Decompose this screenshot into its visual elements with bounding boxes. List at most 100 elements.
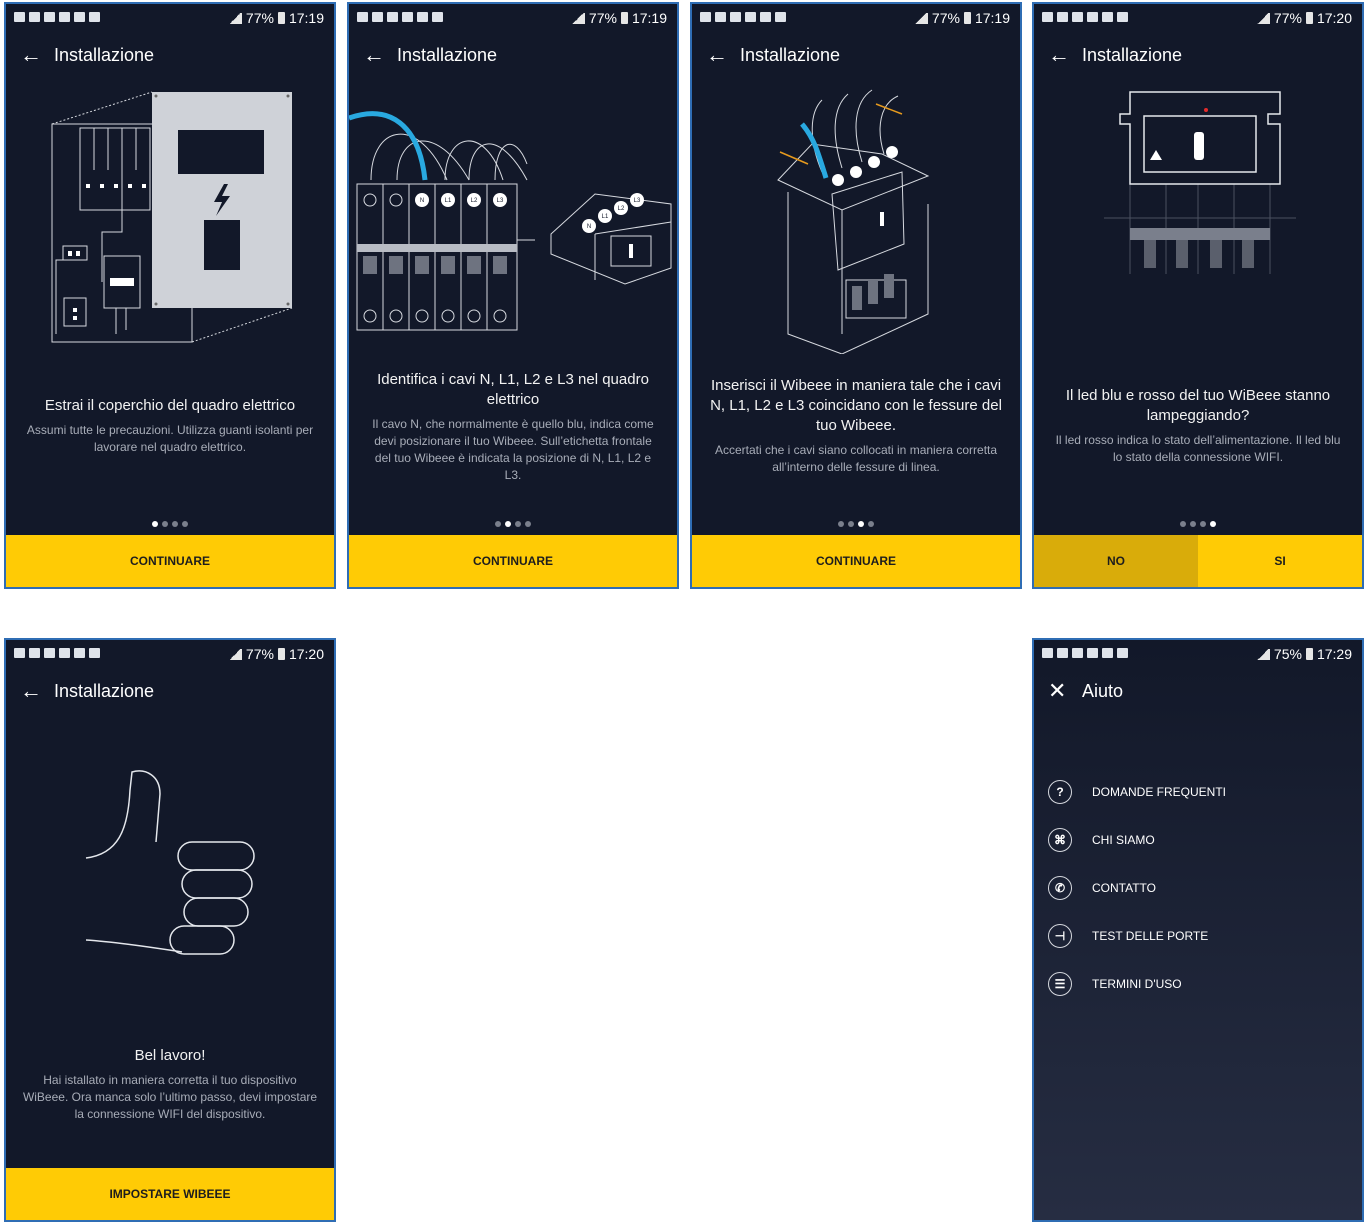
- close-icon[interactable]: ✕: [1048, 679, 1066, 703]
- thumbs-up-illustration: [85, 770, 255, 955]
- screen-step-4: 77% 17:20 ← Installazione Il led blu e ro…: [1032, 2, 1364, 589]
- notification-icons: [1042, 648, 1128, 658]
- app-bar: ← Installazione: [1034, 34, 1362, 78]
- success-description: Hai istallato in maniera corretta il tuo…: [22, 1073, 318, 1121]
- battery-percent: 77%: [931, 10, 960, 26]
- battery-icon: [1305, 12, 1313, 24]
- continue-button[interactable]: CONTINUARE: [6, 535, 334, 587]
- back-arrow-icon[interactable]: ←: [20, 43, 42, 67]
- help-menu: ? DOMANDE FREQUENTI ⌘ CHI SIAMO ✆ CONTAT…: [1048, 768, 1352, 1008]
- clock: 17:19: [631, 10, 667, 26]
- question-icon: ?: [1048, 780, 1072, 804]
- network-icon: ⊣: [1048, 924, 1072, 948]
- signal-icon: [227, 648, 242, 660]
- page-title: Aiuto: [1082, 681, 1124, 701]
- battery-icon: [277, 12, 285, 24]
- step-heading: Estrai il coperchio del quadro elettrico: [44, 397, 296, 414]
- phone-icon: ✆: [1048, 876, 1072, 900]
- back-arrow-icon[interactable]: ←: [1048, 43, 1070, 67]
- setup-wibeee-button[interactable]: IMPOSTARE WIBEEE: [6, 1168, 334, 1220]
- signal-icon: [913, 12, 928, 24]
- status-bar: 77% 17:19: [6, 4, 334, 34]
- status-bar: 77% 17:20: [1034, 4, 1362, 34]
- battery-icon: [620, 12, 628, 24]
- back-arrow-icon[interactable]: ←: [20, 679, 42, 703]
- wibeee-logo-icon: ⌘: [1048, 828, 1072, 852]
- menu-item-terms[interactable]: ☰ TERMINI D'USO: [1048, 960, 1352, 1008]
- continue-button[interactable]: CONTINUARE: [349, 535, 677, 587]
- menu-item-label: CONTATTO: [1092, 881, 1156, 895]
- screen-step-2: 77% 17:19 ← Installazione N L1 L2 L3 N L…: [347, 2, 679, 589]
- cable-label-l3: L3: [497, 198, 504, 204]
- menu-item-about[interactable]: ⌘ CHI SIAMO: [1048, 816, 1352, 864]
- step-description: Assumi tutte le precauzioni. Utilizza gu…: [26, 423, 314, 454]
- menu-item-faq[interactable]: ? DOMANDE FREQUENTI: [1048, 768, 1352, 816]
- signal-icon: [1255, 12, 1270, 24]
- page-title: Installazione: [740, 45, 841, 65]
- menu-item-label: CHI SIAMO: [1092, 833, 1155, 847]
- electrical-panel-illustration: [51, 91, 293, 343]
- status-bar: 77% 17:20: [6, 640, 334, 670]
- answer-buttons: NO SI: [1034, 535, 1362, 587]
- clock: 17:19: [974, 10, 1010, 26]
- menu-item-label: TERMINI D'USO: [1092, 977, 1182, 991]
- app-bar: ✕ Aiuto: [1034, 670, 1362, 714]
- battery-percent: 77%: [245, 646, 274, 662]
- device-label-n: N: [587, 224, 591, 230]
- success-heading: Bel lavoro!: [134, 1047, 206, 1064]
- page-indicator: [1034, 514, 1362, 532]
- page-title: Installazione: [397, 45, 498, 65]
- back-arrow-icon[interactable]: ←: [706, 43, 728, 67]
- notification-icons: [14, 648, 100, 658]
- clock: 17:20: [1316, 10, 1352, 26]
- step-description: Il cavo N, che normalmente è quello blu,…: [372, 417, 654, 482]
- app-bar: ← Installazione: [692, 34, 1020, 78]
- page-title: Installazione: [54, 681, 155, 701]
- battery-icon: [963, 12, 971, 24]
- cables-breakers-illustration: N L1 L2 L3 N L1 L2 L3: [349, 111, 672, 331]
- battery-percent: 75%: [1273, 646, 1302, 662]
- battery-percent: 77%: [1273, 10, 1302, 26]
- app-bar: ← Installazione: [6, 670, 334, 714]
- menu-item-label: DOMANDE FREQUENTI: [1092, 785, 1227, 799]
- device-label-l2: L2: [618, 206, 625, 212]
- status-bar: 77% 17:19: [692, 4, 1020, 34]
- notification-icons: [1042, 12, 1128, 22]
- step-heading: Identifica i cavi N, L1, L2 e L3 nel qua…: [377, 371, 649, 408]
- clock: 17:19: [288, 10, 324, 26]
- led-status-illustration: [1104, 91, 1296, 274]
- screen-help: 75% 17:29 ✕ Aiuto ? DOMANDE FREQUENTI ⌘ C…: [1032, 638, 1364, 1222]
- battery-percent: 77%: [588, 10, 617, 26]
- battery-percent: 77%: [245, 10, 274, 26]
- cable-label-l2: L2: [471, 198, 478, 204]
- no-button[interactable]: NO: [1034, 535, 1198, 587]
- page-indicator: [6, 514, 334, 532]
- signal-icon: [570, 12, 585, 24]
- signal-icon: [227, 12, 242, 24]
- notification-icons: [357, 12, 443, 22]
- menu-item-contact[interactable]: ✆ CONTATTO: [1048, 864, 1352, 912]
- page-indicator: [692, 514, 1020, 532]
- step-description: Accertati che i cavi siano collocati in …: [714, 443, 998, 474]
- yes-button[interactable]: SI: [1198, 535, 1362, 587]
- battery-icon: [277, 648, 285, 660]
- page-indicator: [349, 514, 677, 532]
- back-arrow-icon[interactable]: ←: [363, 43, 385, 67]
- wibeee-insertion-illustration: [777, 89, 930, 354]
- cable-label-n: N: [420, 198, 424, 204]
- device-label-l1: L1: [602, 214, 609, 220]
- status-bar: 77% 17:19: [349, 4, 677, 34]
- status-bar: 75% 17:29: [1034, 640, 1362, 670]
- question-description: Il led rosso indica lo stato dell’alimen…: [1055, 433, 1341, 464]
- menu-item-label: TEST DELLE PORTE: [1092, 929, 1209, 943]
- step-heading: Inserisci il Wibeee in maniera tale che …: [710, 377, 1002, 434]
- question-heading: Il led blu e rosso del tuo WiBeee stanno…: [1065, 387, 1331, 424]
- app-bar: ← Installazione: [6, 34, 334, 78]
- clock: 17:29: [1316, 646, 1352, 662]
- device-label-l3: L3: [634, 198, 641, 204]
- signal-icon: [1255, 648, 1270, 660]
- app-bar: ← Installazione: [349, 34, 677, 78]
- continue-button[interactable]: CONTINUARE: [692, 535, 1020, 587]
- menu-item-port-test[interactable]: ⊣ TEST DELLE PORTE: [1048, 912, 1352, 960]
- cable-label-l1: L1: [445, 198, 452, 204]
